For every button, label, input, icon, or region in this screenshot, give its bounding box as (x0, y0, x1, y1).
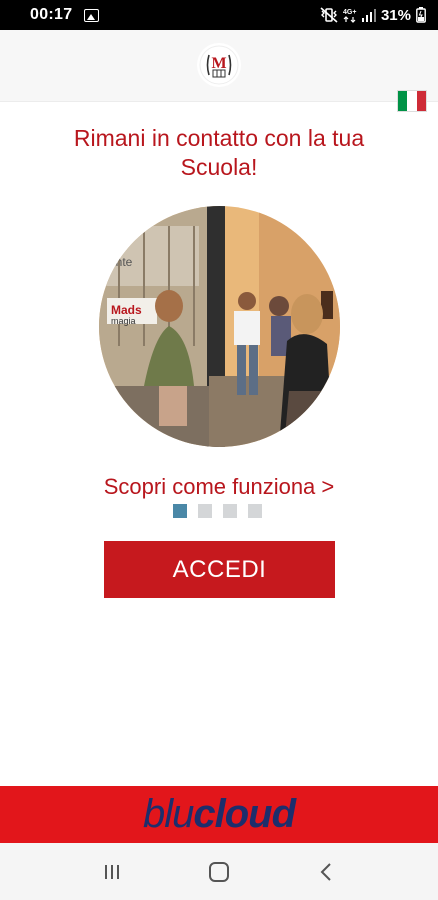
network-type-icon: 4G+ (343, 7, 357, 23)
recent-apps-icon[interactable] (92, 852, 132, 892)
battery-icon (416, 7, 426, 23)
status-left: 00:17 (30, 6, 100, 24)
discover-how-it-works-link[interactable]: Scopri come funziona > (40, 474, 398, 500)
italian-flag-icon[interactable] (397, 90, 427, 112)
school-logo: M (197, 43, 241, 87)
status-right: 4G+ 31% (320, 7, 426, 24)
svg-text:Mads: Mads (111, 303, 142, 317)
system-navigation-bar (0, 843, 438, 900)
vibrate-mute-icon (320, 7, 338, 23)
brand-footer: blu cloud (0, 786, 438, 843)
school-logo-mark: M (199, 45, 239, 85)
login-button[interactable]: ACCEDI (104, 541, 335, 598)
gallery-notification-icon (84, 8, 100, 22)
svg-text:4G+: 4G+ (343, 9, 356, 16)
school-photo: ente Mads magia (99, 206, 340, 447)
svg-text:M: M (211, 55, 226, 72)
carousel-dot-1[interactable] (173, 504, 187, 518)
carousel-indicator (173, 504, 262, 518)
svg-text:ente: ente (109, 255, 133, 269)
blucloud-logo: blu cloud (142, 792, 296, 837)
carousel-dot-4[interactable] (248, 504, 262, 518)
headline: Rimani in contatto con la tua Scuola! (73, 125, 365, 180)
brand-word-blu: blu (142, 792, 194, 836)
battery-percent: 31% (380, 6, 411, 24)
app-header: M (0, 30, 438, 112)
svg-text:magia: magia (111, 316, 136, 326)
home-icon[interactable] (199, 852, 239, 892)
carousel-dot-2[interactable] (198, 504, 212, 518)
back-icon[interactable] (306, 852, 346, 892)
status-time: 00:17 (30, 6, 73, 23)
signal-strength-icon (361, 8, 376, 22)
carousel-dot-3[interactable] (223, 504, 237, 518)
brand-word-cloud: cloud (193, 792, 296, 836)
status-bar: 00:17 4G+ 31% (0, 0, 438, 30)
school-photo-illustration: ente Mads magia (99, 206, 340, 447)
